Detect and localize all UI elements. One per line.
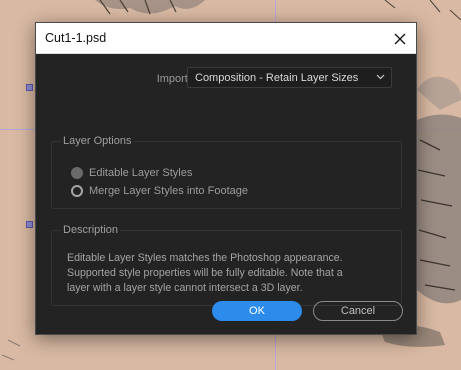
description-group: Description Editable Layer Styles matche… bbox=[51, 224, 402, 306]
import-kind-select[interactable]: Composition - Retain Layer Sizes bbox=[187, 67, 392, 88]
description-line: Editable Layer Styles matches the Photos… bbox=[67, 252, 343, 264]
dialog-titlebar[interactable]: Cut1-1.psd bbox=[36, 23, 416, 54]
radio-label: Editable Layer Styles bbox=[89, 167, 193, 179]
transform-handle[interactable] bbox=[26, 84, 33, 91]
chevron-down-icon bbox=[376, 74, 385, 80]
layer-options-group: Layer Options Editable Layer Styles Merg… bbox=[51, 135, 402, 209]
layer-options-title: Layer Options bbox=[61, 135, 134, 147]
close-icon bbox=[394, 33, 406, 44]
ok-button[interactable]: OK bbox=[212, 301, 302, 321]
import-kind-value: Composition - Retain Layer Sizes bbox=[195, 72, 359, 84]
dialog-body: Import Kind: Composition - Retain Layer … bbox=[36, 55, 416, 334]
description-line: layer with a layer style cannot intersec… bbox=[67, 282, 303, 294]
description-line: Supported style properties will be fully… bbox=[67, 267, 343, 279]
radio-label: Merge Layer Styles into Footage bbox=[89, 185, 248, 197]
radio-editable-layer-styles[interactable]: Editable Layer Styles bbox=[71, 167, 192, 179]
description-title: Description bbox=[61, 224, 121, 236]
transform-handle[interactable] bbox=[26, 221, 33, 228]
import-dialog: Cut1-1.psd Import Kind: Composition - Re… bbox=[35, 22, 417, 335]
dialog-title: Cut1-1.psd bbox=[45, 31, 107, 45]
radio-indicator[interactable] bbox=[71, 167, 83, 179]
description-text: Editable Layer Styles matches the Photos… bbox=[67, 251, 387, 296]
radio-merge-layer-styles[interactable]: Merge Layer Styles into Footage bbox=[71, 185, 248, 197]
radio-indicator[interactable] bbox=[71, 185, 83, 197]
cancel-button[interactable]: Cancel bbox=[313, 301, 403, 321]
close-button[interactable] bbox=[384, 23, 416, 54]
